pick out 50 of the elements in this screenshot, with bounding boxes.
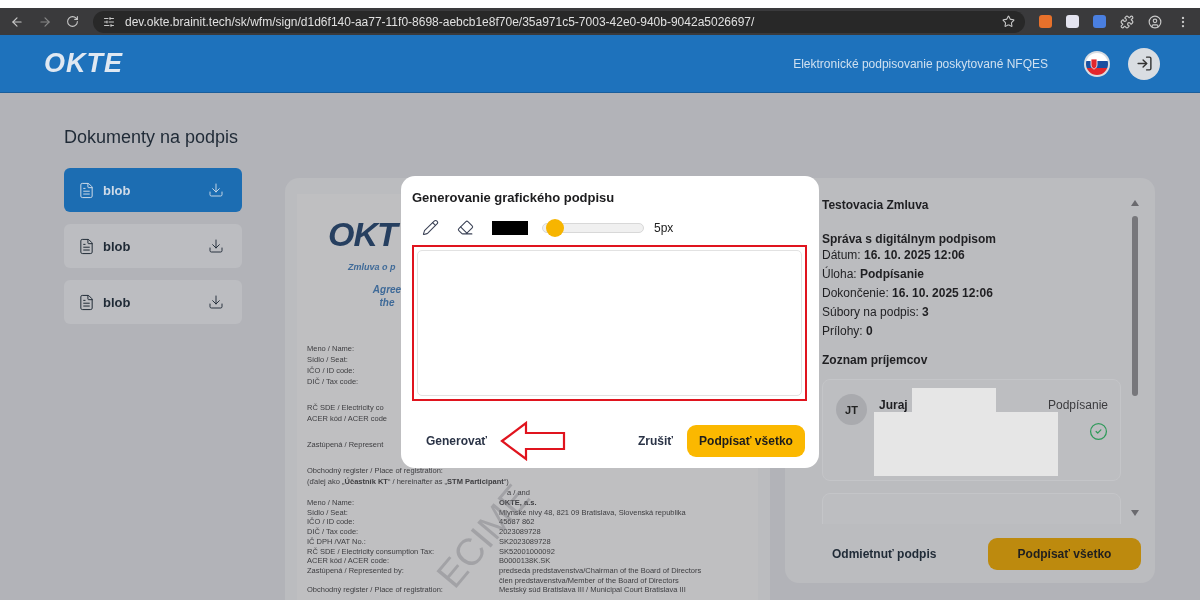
document-icon — [78, 237, 95, 255]
sidebar-title: Dokumenty na podpis — [64, 127, 240, 148]
document-item[interactable]: blob — [64, 224, 242, 268]
address-bar[interactable]: dev.okte.brainit.tech/sk/wfm/sign/d1d6f140-aa77-11f0-8698-aebcb1e8f70e/35a971c5-7003-42e0-940b-9042a5026697/ — [93, 10, 1025, 33]
document-item[interactable]: blob — [64, 168, 242, 212]
profile-icon[interactable] — [1148, 14, 1162, 29]
logout-icon — [1135, 55, 1153, 72]
document-item[interactable]: blob — [64, 280, 242, 324]
logout-button[interactable] — [1128, 47, 1160, 80]
detail-field: Úloha: Podpísanie — [822, 265, 1121, 284]
pencil-icon[interactable] — [422, 219, 439, 236]
reject-button[interactable]: Odmietnuť podpis — [822, 539, 947, 569]
section-title: Správa s digitálnym podpisom — [822, 232, 998, 246]
section-title: Zoznam príjemcov — [822, 353, 929, 367]
recipient-status: Podpísanie — [1047, 398, 1108, 412]
contract-title: Testovacia Zmluva — [822, 198, 930, 212]
document-icon — [78, 293, 95, 311]
download-icon[interactable] — [208, 238, 224, 254]
detail-field: Dokončenie: 16. 10. 2025 12:06 — [822, 284, 1121, 303]
recipient-name: Juraj — [879, 398, 908, 414]
download-icon[interactable] — [208, 294, 224, 310]
dialog-title: Generovanie grafického podpisu — [412, 190, 616, 205]
document-title: Zmluva o p — [348, 262, 396, 272]
slider-thumb[interactable] — [546, 218, 564, 237]
reload-icon[interactable] — [66, 15, 79, 28]
download-icon[interactable] — [208, 182, 224, 198]
avatar: JT — [836, 394, 867, 425]
detail-field: Prílohy: 0 — [822, 322, 1121, 341]
header-title: Elektronické podpisovanie poskytované NFQES — [793, 56, 1048, 71]
puzzle-icon[interactable] — [1120, 14, 1134, 29]
stroke-size: 5px — [654, 220, 674, 235]
bookmark-star-icon[interactable] — [1002, 15, 1015, 28]
document-english-title: Agree — [372, 284, 402, 295]
generate-button[interactable]: Generovať — [412, 428, 502, 454]
cancel-button[interactable]: Zrušiť — [629, 428, 681, 454]
eraser-icon[interactable] — [457, 219, 474, 236]
forward-icon[interactable] — [38, 14, 52, 29]
logo: OKTE — [44, 48, 123, 79]
flag-icon[interactable] — [1084, 50, 1110, 77]
site-settings-icon[interactable] — [103, 15, 115, 28]
document-english-title: the — [379, 297, 395, 308]
detail-field: Súbory na podpis: 3 — [822, 303, 1121, 322]
back-icon[interactable] — [10, 14, 24, 29]
document-icon — [78, 181, 95, 199]
sign-all-button[interactable]: Podpísať všetko — [687, 425, 805, 457]
detail-field: Dátum: 16. 10. 2025 12:06 — [822, 246, 1121, 265]
color-swatch[interactable] — [492, 220, 528, 235]
url-text: dev.okte.brainit.tech/sk/wfm/sign/d1d6f140-aa77-11f0-8698-aebcb1e8f70e/35a971c5-7003-42e0-940b-9042a5026697/ — [125, 14, 755, 29]
sign-all-button[interactable]: Podpísať všetko — [988, 538, 1141, 570]
extension-icon[interactable] — [1066, 15, 1079, 28]
